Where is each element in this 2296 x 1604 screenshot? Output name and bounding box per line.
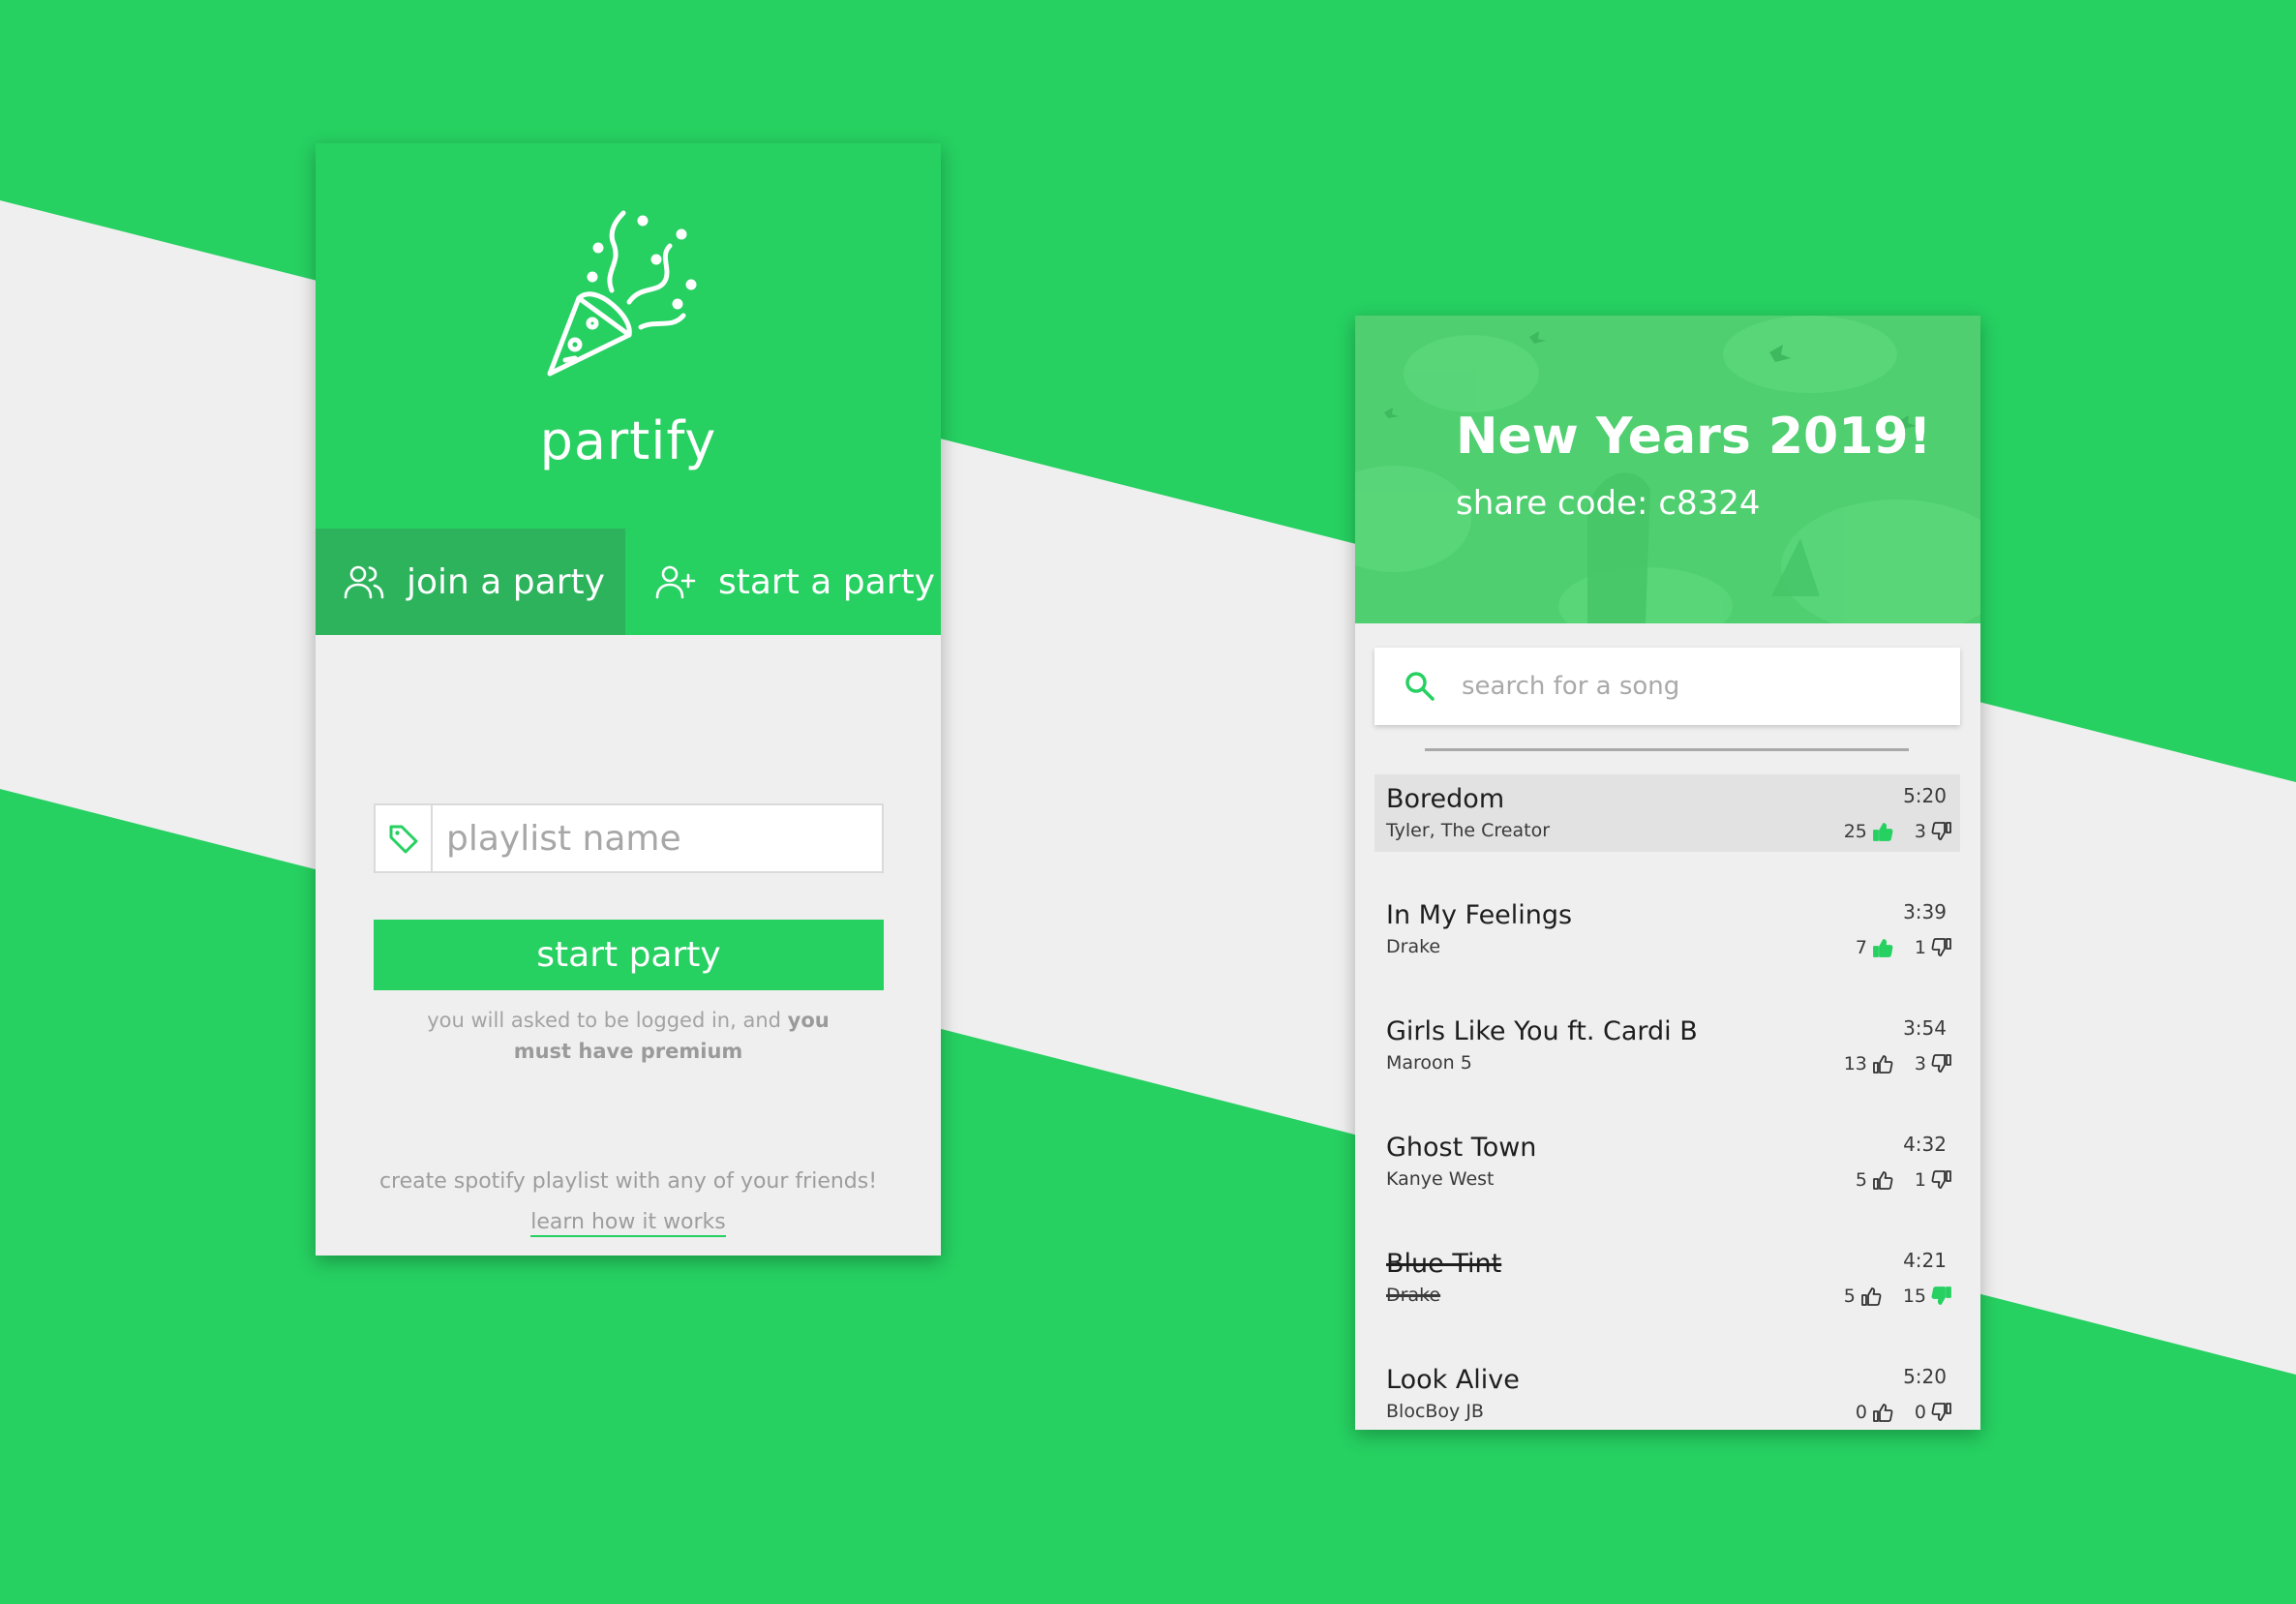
- song-artist: Drake: [1386, 1285, 1441, 1306]
- tab-start-a-party[interactable]: start a party: [625, 529, 941, 635]
- party-hero-banner: New Years 2019! share code: c8324: [1355, 316, 1980, 623]
- upvote-button[interactable]: 7: [1856, 937, 1893, 958]
- song-title: Girls Like You ft. Cardi B: [1386, 1016, 1698, 1046]
- thumbs-down-icon: [1931, 1170, 1951, 1189]
- upvote-button[interactable]: 5: [1844, 1286, 1882, 1307]
- song-title: Ghost Town: [1386, 1133, 1537, 1163]
- thumbs-up-icon: [1873, 1404, 1893, 1422]
- downvote-count: 0: [1914, 1402, 1926, 1423]
- song-votes: 71: [1856, 937, 1952, 958]
- upvote-count: 7: [1855, 937, 1867, 958]
- thumbs-up-filled-icon: [1873, 939, 1893, 957]
- song-duration: 4:21: [1903, 1249, 1947, 1272]
- song-artist: Tyler, The Creator: [1386, 820, 1551, 841]
- thumbs-down-icon: [1931, 1403, 1951, 1421]
- song-row[interactable]: Boredom Tyler, The Creator 5:20 25 3: [1375, 774, 1960, 852]
- song-search-input[interactable]: [1460, 671, 1960, 702]
- learn-how-it-works-link[interactable]: learn how it works: [530, 1210, 726, 1237]
- add-user-icon: [655, 565, 696, 599]
- downvote-button[interactable]: 3: [1915, 1053, 1952, 1074]
- tag-icon-box: [376, 805, 433, 871]
- upvote-count: 5: [1855, 1169, 1867, 1191]
- song-duration: 3:54: [1903, 1016, 1947, 1040]
- search-icon: [1405, 672, 1435, 701]
- song-duration: 3:39: [1903, 900, 1947, 923]
- song-artist: Drake: [1386, 936, 1441, 957]
- hero-background-art: [1355, 316, 1980, 623]
- downvote-button[interactable]: 1: [1915, 1169, 1952, 1191]
- thumbs-up-icon: [1873, 1171, 1893, 1190]
- tab-join-a-party[interactable]: join a party: [316, 529, 625, 635]
- song-row[interactable]: In My Feelings Drake 3:39 7 1: [1375, 891, 1960, 968]
- tag-icon: [389, 825, 417, 854]
- premium-note-text: you will asked to be logged in, and: [427, 1009, 781, 1032]
- upvote-count: 13: [1843, 1053, 1867, 1074]
- start-party-screen: partify join a party start a party playl…: [316, 143, 941, 1256]
- tab-start-label: start a party: [718, 561, 935, 602]
- party-popper-icon: [547, 210, 697, 377]
- thumbs-down-icon: [1931, 938, 1951, 956]
- share-code: share code: c8324: [1456, 484, 1761, 523]
- song-votes: 5 15: [1844, 1286, 1952, 1307]
- song-votes: 13 3: [1844, 1053, 1952, 1074]
- playlist-name-field: [374, 803, 884, 873]
- upvote-button[interactable]: 0: [1856, 1402, 1893, 1423]
- party-title: New Years 2019!: [1456, 408, 1932, 466]
- song-title: Look Alive: [1386, 1365, 1520, 1395]
- song-artist: Kanye West: [1386, 1168, 1495, 1190]
- song-artist: Maroon 5: [1386, 1052, 1472, 1074]
- song-votes: 51: [1856, 1169, 1952, 1191]
- song-row[interactable]: Ghost Town Kanye West 4:32 5 1: [1375, 1123, 1960, 1200]
- start-party-button[interactable]: start party: [374, 920, 884, 990]
- song-search-bar: [1375, 648, 1960, 725]
- brand-title: partify: [539, 410, 717, 471]
- song-title: Blue Tint: [1386, 1249, 1502, 1279]
- downvote-button[interactable]: 15: [1903, 1286, 1952, 1307]
- party-screen: New Years 2019! share code: c8324 Boredo…: [1355, 316, 1980, 1430]
- song-row[interactable]: Look Alive BlocBoy JB 5:20 0 0: [1375, 1355, 1960, 1430]
- upvote-count: 25: [1843, 821, 1867, 842]
- tagline: create spotify playlist with any of your…: [378, 1169, 878, 1194]
- start-party-header: partify join a party start a party: [316, 143, 941, 635]
- tab-join-label: join a party: [407, 561, 605, 602]
- downvote-count: 1: [1914, 937, 1926, 958]
- song-row[interactable]: Girls Like You ft. Cardi B Maroon 5 3:54 13…: [1375, 1007, 1960, 1084]
- thumbs-down-icon: [1931, 822, 1951, 840]
- song-title: In My Feelings: [1386, 900, 1573, 930]
- upvote-button[interactable]: 25: [1844, 821, 1893, 842]
- song-duration: 4:32: [1903, 1133, 1947, 1156]
- premium-note: you will asked to be logged in, and you …: [408, 1005, 849, 1067]
- thumbs-up-icon: [1860, 1287, 1882, 1306]
- song-artist: BlocBoy JB: [1386, 1401, 1484, 1422]
- upvote-count: 0: [1855, 1402, 1867, 1423]
- thumbs-down-filled-icon: [1931, 1286, 1951, 1305]
- song-duration: 5:20: [1903, 784, 1947, 807]
- group-icon: [344, 565, 384, 599]
- upvote-count: 5: [1843, 1286, 1856, 1307]
- downvote-button[interactable]: 0: [1915, 1402, 1952, 1423]
- thumbs-up-icon: [1873, 1055, 1893, 1074]
- downvote-button[interactable]: 3: [1915, 821, 1952, 842]
- downvote-count: 3: [1914, 1053, 1926, 1074]
- song-title: Boredom: [1386, 784, 1505, 814]
- song-duration: 5:20: [1903, 1365, 1947, 1388]
- song-votes: 25 3: [1844, 821, 1952, 842]
- song-votes: 00: [1856, 1402, 1952, 1423]
- song-row[interactable]: Blue Tint Drake 4:21 5 15: [1375, 1239, 1960, 1316]
- upvote-button[interactable]: 13: [1844, 1053, 1893, 1074]
- thumbs-down-icon: [1931, 1054, 1951, 1073]
- learn-link-wrapper: learn how it works: [316, 1210, 941, 1237]
- downvote-count: 1: [1914, 1169, 1926, 1191]
- downvote-count: 3: [1914, 821, 1926, 842]
- list-divider: [1425, 748, 1909, 751]
- playlist-name-input[interactable]: [433, 805, 882, 871]
- thumbs-up-filled-icon: [1873, 823, 1893, 841]
- upvote-button[interactable]: 5: [1856, 1169, 1893, 1191]
- downvote-count: 15: [1902, 1286, 1926, 1307]
- downvote-button[interactable]: 1: [1915, 937, 1952, 958]
